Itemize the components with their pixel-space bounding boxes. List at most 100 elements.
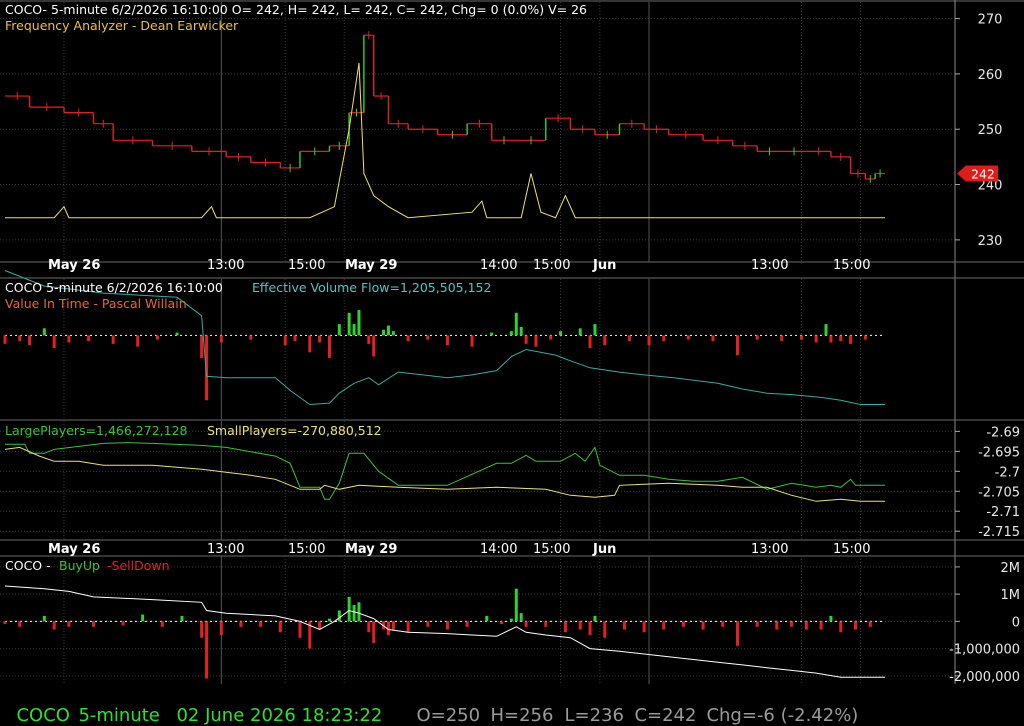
buysell-bar bbox=[327, 618, 331, 622]
date-axis-label: 13:00 bbox=[207, 542, 244, 557]
buysell-bar bbox=[829, 615, 833, 622]
volume-bar bbox=[249, 335, 253, 340]
buysell-bar bbox=[18, 621, 22, 627]
date-axis-label: May 26 bbox=[48, 258, 100, 273]
buysell-bar bbox=[790, 621, 794, 627]
volume-bar bbox=[829, 335, 833, 343]
price-axis-label: 250 bbox=[978, 123, 1003, 138]
buysell-bar bbox=[337, 610, 341, 622]
volume-bar bbox=[863, 335, 867, 340]
volume-bar bbox=[559, 331, 563, 336]
status-low: L=236 bbox=[564, 705, 624, 726]
volume-bar bbox=[293, 335, 297, 342]
volume-bar bbox=[524, 335, 528, 344]
players-axis-label: -2.695 bbox=[978, 445, 1020, 460]
volume-bar bbox=[588, 335, 592, 349]
buysell-panel bbox=[3, 585, 885, 679]
price-axis-label: 260 bbox=[978, 68, 1003, 83]
date-axis-label: 14:00 bbox=[480, 542, 517, 557]
buysell-bar bbox=[755, 621, 759, 627]
buysell-label-buyup: BuyUp bbox=[59, 558, 100, 573]
players-axis-label: -2.715 bbox=[978, 525, 1020, 540]
buysell-bar bbox=[205, 621, 209, 679]
buysell-bar bbox=[219, 621, 223, 635]
panel-frames bbox=[0, 0, 1024, 684]
buysell-bar bbox=[485, 615, 489, 622]
date-axis-label: 15:00 bbox=[533, 542, 570, 557]
volume-bar bbox=[514, 312, 518, 336]
date-axis-label: May 29 bbox=[345, 542, 397, 557]
buysell-bar bbox=[3, 621, 7, 625]
buysell-bar bbox=[200, 621, 204, 638]
status-datetime: 02 June 2026 18:23:22 bbox=[176, 705, 383, 726]
buysell-bar bbox=[52, 621, 56, 630]
volume-bar bbox=[470, 335, 474, 347]
buysell-bar bbox=[868, 621, 872, 627]
volume-bar bbox=[603, 335, 607, 346]
last-price-tag-value: 242 bbox=[971, 166, 995, 181]
buysell-bar bbox=[347, 596, 351, 622]
volume-bar bbox=[382, 329, 386, 336]
date-axis-label: 13:00 bbox=[751, 258, 788, 273]
buysell-bar bbox=[544, 621, 548, 627]
buysell-bar bbox=[445, 621, 449, 630]
status-close: C=242 bbox=[634, 705, 697, 726]
volume-bar bbox=[136, 335, 140, 347]
volume-bar bbox=[849, 335, 853, 344]
players-axis-label: -2.69 bbox=[986, 425, 1020, 440]
buysell-bar bbox=[141, 614, 145, 622]
status-open: O=250 bbox=[416, 705, 481, 726]
small-players-label: SmallPlayers=-270,880,512 bbox=[207, 423, 382, 438]
buysell-bar bbox=[318, 621, 322, 630]
volume-bar bbox=[647, 335, 651, 346]
buysell-bar bbox=[278, 621, 282, 633]
buysell-bar bbox=[298, 621, 302, 638]
volume-bar bbox=[391, 331, 395, 336]
volume-bar bbox=[347, 312, 351, 336]
volume-title-evf: Effective Volume Flow=1,205,505,152 bbox=[252, 280, 491, 295]
date-axis-label: 15:00 bbox=[288, 542, 325, 557]
buysell-axis-label: -1,000,000 bbox=[949, 643, 1020, 658]
buysell-bar bbox=[578, 621, 582, 630]
volume-bar bbox=[283, 335, 287, 346]
volume-bar bbox=[3, 335, 7, 344]
buysell-bar bbox=[839, 621, 843, 633]
date-axis-label: 13:00 bbox=[751, 542, 788, 557]
volume-bar bbox=[426, 335, 430, 340]
price-axis-label: 230 bbox=[978, 234, 1003, 249]
volume-bar bbox=[87, 335, 91, 342]
buysell-bar bbox=[642, 621, 646, 633]
volume-bar bbox=[686, 335, 690, 340]
buysell-bar bbox=[259, 621, 263, 627]
buysell-label-symbol: COCO - bbox=[5, 558, 51, 573]
price-header-line2: Frequency Analyzer - Dean Earwicker bbox=[5, 18, 239, 33]
volume-bar bbox=[175, 332, 179, 336]
volume-bar bbox=[352, 324, 356, 336]
buysell-bar bbox=[121, 621, 125, 626]
volume-bar bbox=[308, 335, 312, 353]
date-axis-label: 15:00 bbox=[533, 258, 570, 273]
volume-bar bbox=[445, 335, 449, 346]
volume-bar bbox=[490, 332, 494, 336]
buysell-bar bbox=[509, 618, 513, 622]
volume-bar bbox=[662, 335, 666, 342]
buysell-axis-label: 1M bbox=[1001, 588, 1021, 603]
volume-bar bbox=[67, 335, 71, 343]
buysell-axis-label: 2M bbox=[1001, 561, 1021, 576]
date-axis-label: 15:00 bbox=[288, 258, 325, 273]
buysell-bar bbox=[819, 621, 823, 630]
buysell-bar bbox=[352, 605, 356, 622]
buysell-bar bbox=[67, 621, 71, 627]
players-axis-label: -2.7 bbox=[995, 465, 1020, 480]
volume-bar bbox=[711, 335, 715, 342]
volume-bar bbox=[593, 324, 597, 336]
volume-bar bbox=[18, 335, 22, 342]
price-header-line1: COCO- 5-minute 6/2/2026 16:10:00 O= 242,… bbox=[5, 2, 587, 17]
buysell-bar bbox=[160, 621, 164, 627]
axes: May 26 13:00 15:00 May 29 14:00 15:00 Jun 13:00… bbox=[48, 13, 1020, 685]
volume-bar bbox=[337, 324, 341, 336]
buysell-axis-label: 0 bbox=[1012, 615, 1020, 630]
volume-bar bbox=[219, 335, 223, 343]
date-axis-label: Jun bbox=[592, 258, 616, 273]
buysell-bar bbox=[239, 621, 243, 627]
